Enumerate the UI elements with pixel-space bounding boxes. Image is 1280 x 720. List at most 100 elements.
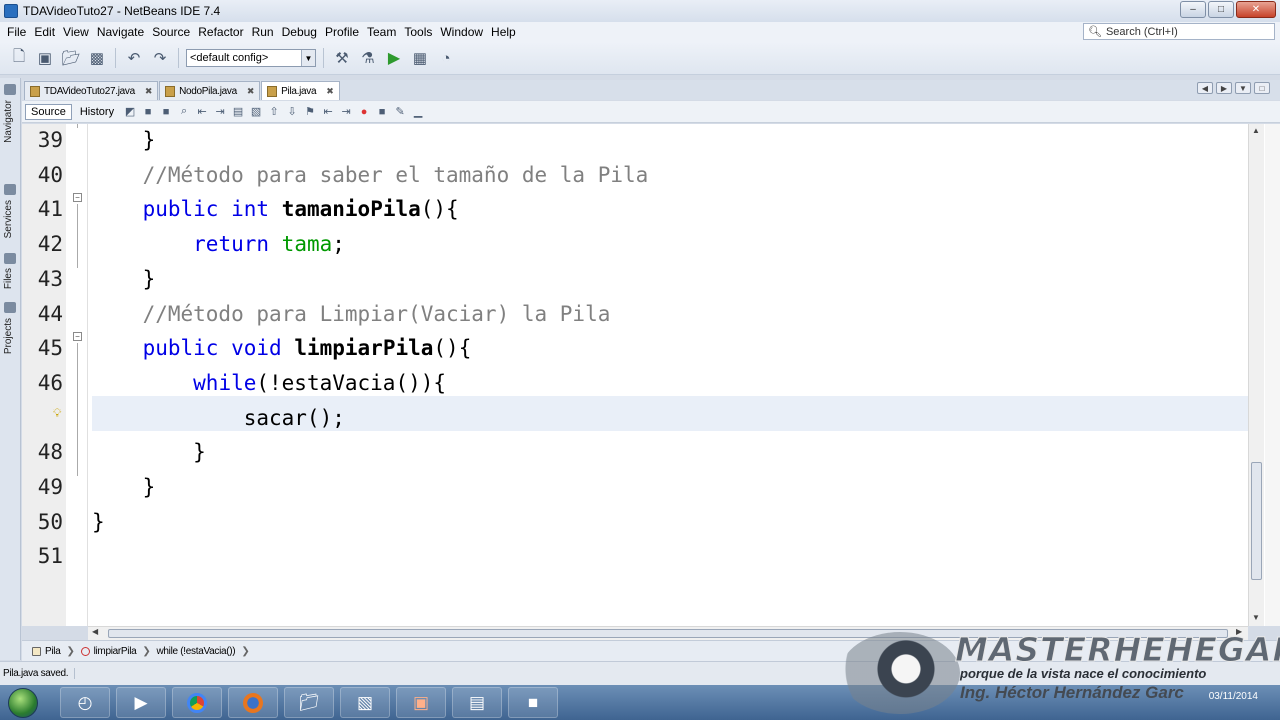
code-editor[interactable]: − − 💡︎ 39 } 40 //Método para saber el tam… [22, 124, 1280, 626]
taskbar-explorer[interactable]: 📁︎ [284, 687, 334, 718]
close-icon[interactable]: ✖ [145, 86, 153, 97]
undo-icon[interactable]: ↶ [123, 47, 145, 69]
maximize-editor-icon[interactable]: □ [1254, 82, 1270, 94]
menu-run[interactable]: Run [248, 25, 278, 39]
vertical-scroll-thumb[interactable] [1251, 462, 1262, 580]
redo-icon[interactable]: ↷ [149, 47, 171, 69]
start-macro-icon[interactable]: ● [356, 104, 372, 120]
breadcrumb-item-statement[interactable]: while (!estaVacia()) [157, 646, 236, 657]
scroll-up-icon[interactable]: ▲ [1252, 126, 1260, 135]
vertical-scrollbar[interactable]: ▲ ▼ [1248, 124, 1264, 626]
source-view-button[interactable]: Source [25, 103, 72, 120]
code-line[interactable]: } [92, 505, 105, 540]
taskbar-chrome[interactable] [172, 687, 222, 718]
menu-debug[interactable]: Debug [278, 25, 321, 39]
code-line[interactable]: } [92, 435, 206, 470]
toggle-bookmark-icon[interactable]: ⚑ [302, 104, 318, 120]
close-button[interactable]: ✕ [1236, 1, 1276, 18]
config-select[interactable]: <default config> ▼ [186, 49, 316, 67]
code-line[interactable]: public int tamanioPila(){ [92, 192, 459, 227]
tab-scroll-left-icon[interactable]: ◀ [1197, 82, 1213, 94]
side-tab-navigator[interactable]: Navigator [3, 100, 14, 143]
next-bookmark-icon[interactable]: ⇩ [284, 104, 300, 120]
uncomment-icon[interactable]: ▁ [410, 104, 426, 120]
breadcrumb-item-method[interactable]: limpiarPila [80, 646, 137, 657]
history-view-button[interactable]: History [74, 104, 120, 120]
close-icon[interactable]: ✖ [247, 86, 255, 97]
tab-list-icon[interactable]: ▼ [1235, 82, 1251, 94]
menu-edit[interactable]: Edit [30, 25, 59, 39]
tab-tdavideotuto27[interactable]: TDAVideoTuto27.java ✖ [24, 81, 159, 100]
code-line[interactable]: return tama; [92, 227, 345, 262]
forward-icon[interactable]: ■ [158, 104, 174, 120]
code-line[interactable]: //Método para saber el tamaño de la Pila [92, 158, 649, 193]
horizontal-scrollbar[interactable]: ◀ ▶ [88, 626, 1248, 640]
code-line[interactable]: } [92, 124, 156, 158]
stop-macro-icon[interactable]: ■ [374, 104, 390, 120]
code-line[interactable]: while(!estaVacia()){ [92, 366, 446, 401]
clean-build-icon[interactable]: ⚗ [357, 47, 379, 69]
find-selection-icon[interactable]: ⌕ [176, 104, 192, 120]
taskbar-clock[interactable]: 03/11/2014 [1209, 691, 1258, 703]
previous-bookmark-icon[interactable]: ⇧ [266, 104, 282, 120]
tab-pila[interactable]: Pila.java ✖ [261, 81, 340, 100]
run-icon[interactable]: ▶ [383, 47, 405, 69]
menu-source[interactable]: Source [148, 25, 194, 39]
side-tab-files[interactable]: Files [3, 268, 14, 289]
fold-toggle-icon[interactable]: − [73, 332, 82, 341]
menu-help[interactable]: Help [487, 25, 520, 39]
find-previous-icon[interactable]: ⇤ [194, 104, 210, 120]
build-hammer-icon[interactable]: ⚒ [331, 47, 353, 69]
menu-window[interactable]: Window [436, 25, 487, 39]
taskbar-recorder[interactable]: ■ [508, 687, 558, 718]
side-tab-services[interactable]: Services [3, 200, 14, 238]
menu-team[interactable]: Team [363, 25, 400, 39]
menu-profile[interactable]: Profile [321, 25, 363, 39]
new-file-icon[interactable]: 🗋︎ [8, 47, 30, 69]
menu-refactor[interactable]: Refactor [194, 25, 247, 39]
minimize-button[interactable]: – [1180, 1, 1206, 18]
menu-navigate[interactable]: Navigate [93, 25, 148, 39]
shift-left-icon[interactable]: ⇤ [320, 104, 336, 120]
last-edit-icon[interactable]: ◩ [122, 104, 138, 120]
tab-scroll-right-icon[interactable]: ▶ [1216, 82, 1232, 94]
taskbar-powerpoint[interactable]: ▣ [396, 687, 446, 718]
taskbar-media-player[interactable]: ▶ [116, 687, 166, 718]
scroll-down-icon[interactable]: ▼ [1252, 613, 1260, 622]
scroll-right-icon[interactable]: ▶ [1236, 627, 1242, 636]
main-toolbar: 🗋︎ ▣ 📂︎ ▩ ↶ ↷ <default config> ▼ ⚒ ⚗ ▶ ▦… [0, 42, 1280, 75]
toggle-rect-selection-icon[interactable]: ▧ [248, 104, 264, 120]
back-icon[interactable]: ■ [140, 104, 156, 120]
scroll-left-icon[interactable]: ◀ [92, 627, 98, 636]
find-next-icon[interactable]: ⇥ [212, 104, 228, 120]
maximize-button[interactable]: □ [1208, 1, 1234, 18]
code-line[interactable]: sacar(); [92, 401, 345, 436]
taskbar-firefox[interactable] [228, 687, 278, 718]
taskbar-notepad[interactable]: ▤ [452, 687, 502, 718]
tab-nodopila[interactable]: NodoPila.java ✖ [159, 81, 261, 100]
code-line[interactable]: //Método para Limpiar(Vaciar) la Pila [92, 297, 611, 332]
code-line[interactable]: } [92, 262, 156, 297]
save-all-icon[interactable]: ▩ [86, 47, 108, 69]
comment-icon[interactable]: ✎ [392, 104, 408, 120]
debug-icon[interactable]: ▦ [409, 47, 431, 69]
menu-view[interactable]: View [59, 25, 93, 39]
menu-tools[interactable]: Tools [400, 25, 436, 39]
code-line[interactable]: public void limpiarPila(){ [92, 331, 472, 366]
shift-right-icon[interactable]: ⇥ [338, 104, 354, 120]
toggle-highlight-icon[interactable]: ▤ [230, 104, 246, 120]
taskbar-netbeans[interactable]: ▧ [340, 687, 390, 718]
profile-icon[interactable]: ◔ [435, 47, 457, 69]
fold-toggle-icon[interactable]: − [73, 193, 82, 202]
new-project-icon[interactable]: ▣ [34, 47, 56, 69]
start-button[interactable] [8, 687, 38, 718]
taskbar-clock-app[interactable]: ◴ [60, 687, 110, 718]
close-icon[interactable]: ✖ [326, 86, 334, 97]
search-input[interactable]: 🔍︎ Search (Ctrl+I) [1083, 23, 1275, 40]
code-line[interactable]: } [92, 470, 156, 505]
side-tab-projects[interactable]: Projects [3, 318, 14, 354]
horizontal-scroll-thumb[interactable] [108, 629, 1228, 638]
menu-file[interactable]: File [3, 25, 30, 39]
breadcrumb-item-class[interactable]: Pila [32, 646, 61, 657]
open-project-icon[interactable]: 📂︎ [60, 47, 82, 69]
